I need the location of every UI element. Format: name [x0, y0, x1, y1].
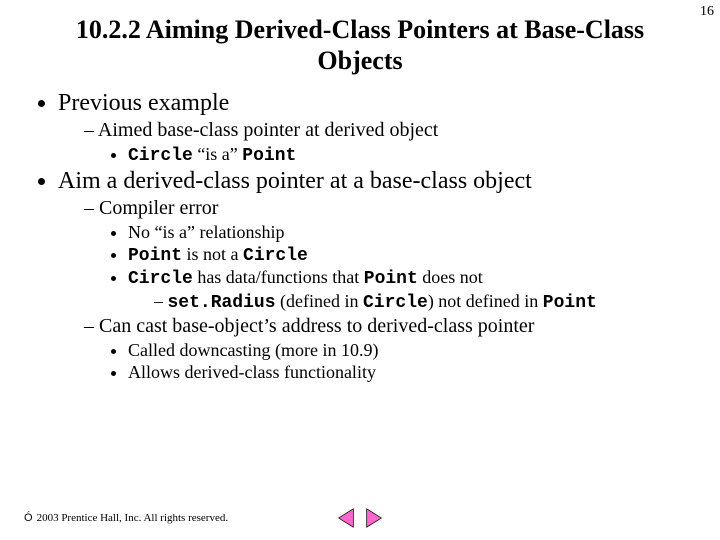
nav-arrows — [334, 506, 386, 530]
code-point-4: Point — [543, 293, 597, 313]
slide-title: 10.2.2 Aiming Derived-Class Pointers at … — [70, 14, 650, 76]
arrow-left-icon — [335, 507, 357, 529]
arrow-right-icon — [363, 507, 385, 529]
text-isa: “is a” — [193, 144, 242, 164]
bullet-2-2: Can cast base-object’s address to derive… — [84, 315, 690, 383]
bullet-2-2-1: Called downcasting (more in 10.9) — [128, 340, 690, 361]
bullet-2-2-2-text: Allows derived-class functionality — [128, 362, 376, 382]
text-doesnot: does not — [418, 267, 483, 287]
code-point: Point — [242, 146, 296, 166]
text-isnota: is not a — [182, 244, 243, 264]
bullet-2: Aim a derived-class pointer at a base-cl… — [58, 168, 690, 383]
code-setradius: set.Radius — [168, 293, 276, 313]
bullet-1-1: Aimed base-class pointer at derived obje… — [84, 119, 690, 166]
bullet-1-text: Previous example — [58, 90, 229, 116]
bullet-2-1-3: Circle has data/functions that Point doe… — [128, 267, 690, 313]
bullet-1: Previous example Aimed base-class pointe… — [58, 90, 690, 166]
bullet-1-1-1: Circle “is a” Point — [128, 144, 690, 166]
code-circle-4: Circle — [363, 293, 428, 313]
bullet-1-1-text: Aimed base-class pointer at derived obje… — [98, 119, 438, 141]
copyright-text: 2003 Prentice Hall, Inc. All rights rese… — [37, 512, 229, 524]
bullet-2-1: Compiler error No “is a” relationship Po… — [84, 197, 690, 313]
copyright-footer: Ó 2003 Prentice Hall, Inc. All rights re… — [24, 512, 228, 524]
prev-button[interactable] — [334, 506, 358, 530]
bullet-2-text: Aim a derived-class pointer at a base-cl… — [58, 168, 532, 194]
bullet-list: Previous example Aimed base-class pointe… — [36, 90, 690, 383]
bullet-2-2-1-text: Called downcasting (more in 10.9) — [128, 340, 378, 360]
bullet-2-2-text: Can cast base-object’s address to derive… — [99, 315, 534, 337]
code-point-3: Point — [364, 269, 418, 289]
code-circle: Circle — [128, 146, 193, 166]
bullet-2-1-3-1: set.Radius (defined in Circle) not defin… — [154, 291, 690, 313]
copyright-symbol: Ó — [24, 512, 33, 524]
text-defin: (defined in — [276, 291, 363, 311]
code-circle-3: Circle — [128, 269, 193, 289]
code-point-2: Point — [128, 246, 182, 266]
bullet-2-2-2: Allows derived-class functionality — [128, 362, 690, 383]
slide: 16 10.2.2 Aiming Derived-Class Pointers … — [0, 0, 720, 540]
code-circle-2: Circle — [243, 246, 308, 266]
bullet-2-1-1-text: No “is a” relationship — [128, 222, 284, 242]
page-number: 16 — [700, 4, 714, 20]
next-button[interactable] — [362, 506, 386, 530]
bullet-2-1-1: No “is a” relationship — [128, 222, 690, 243]
text-notdef: ) not defined in — [428, 291, 543, 311]
bullet-2-1-2: Point is not a Circle — [128, 244, 690, 266]
bullet-2-1-text: Compiler error — [99, 197, 218, 219]
text-hasdata: has data/functions that — [193, 267, 364, 287]
